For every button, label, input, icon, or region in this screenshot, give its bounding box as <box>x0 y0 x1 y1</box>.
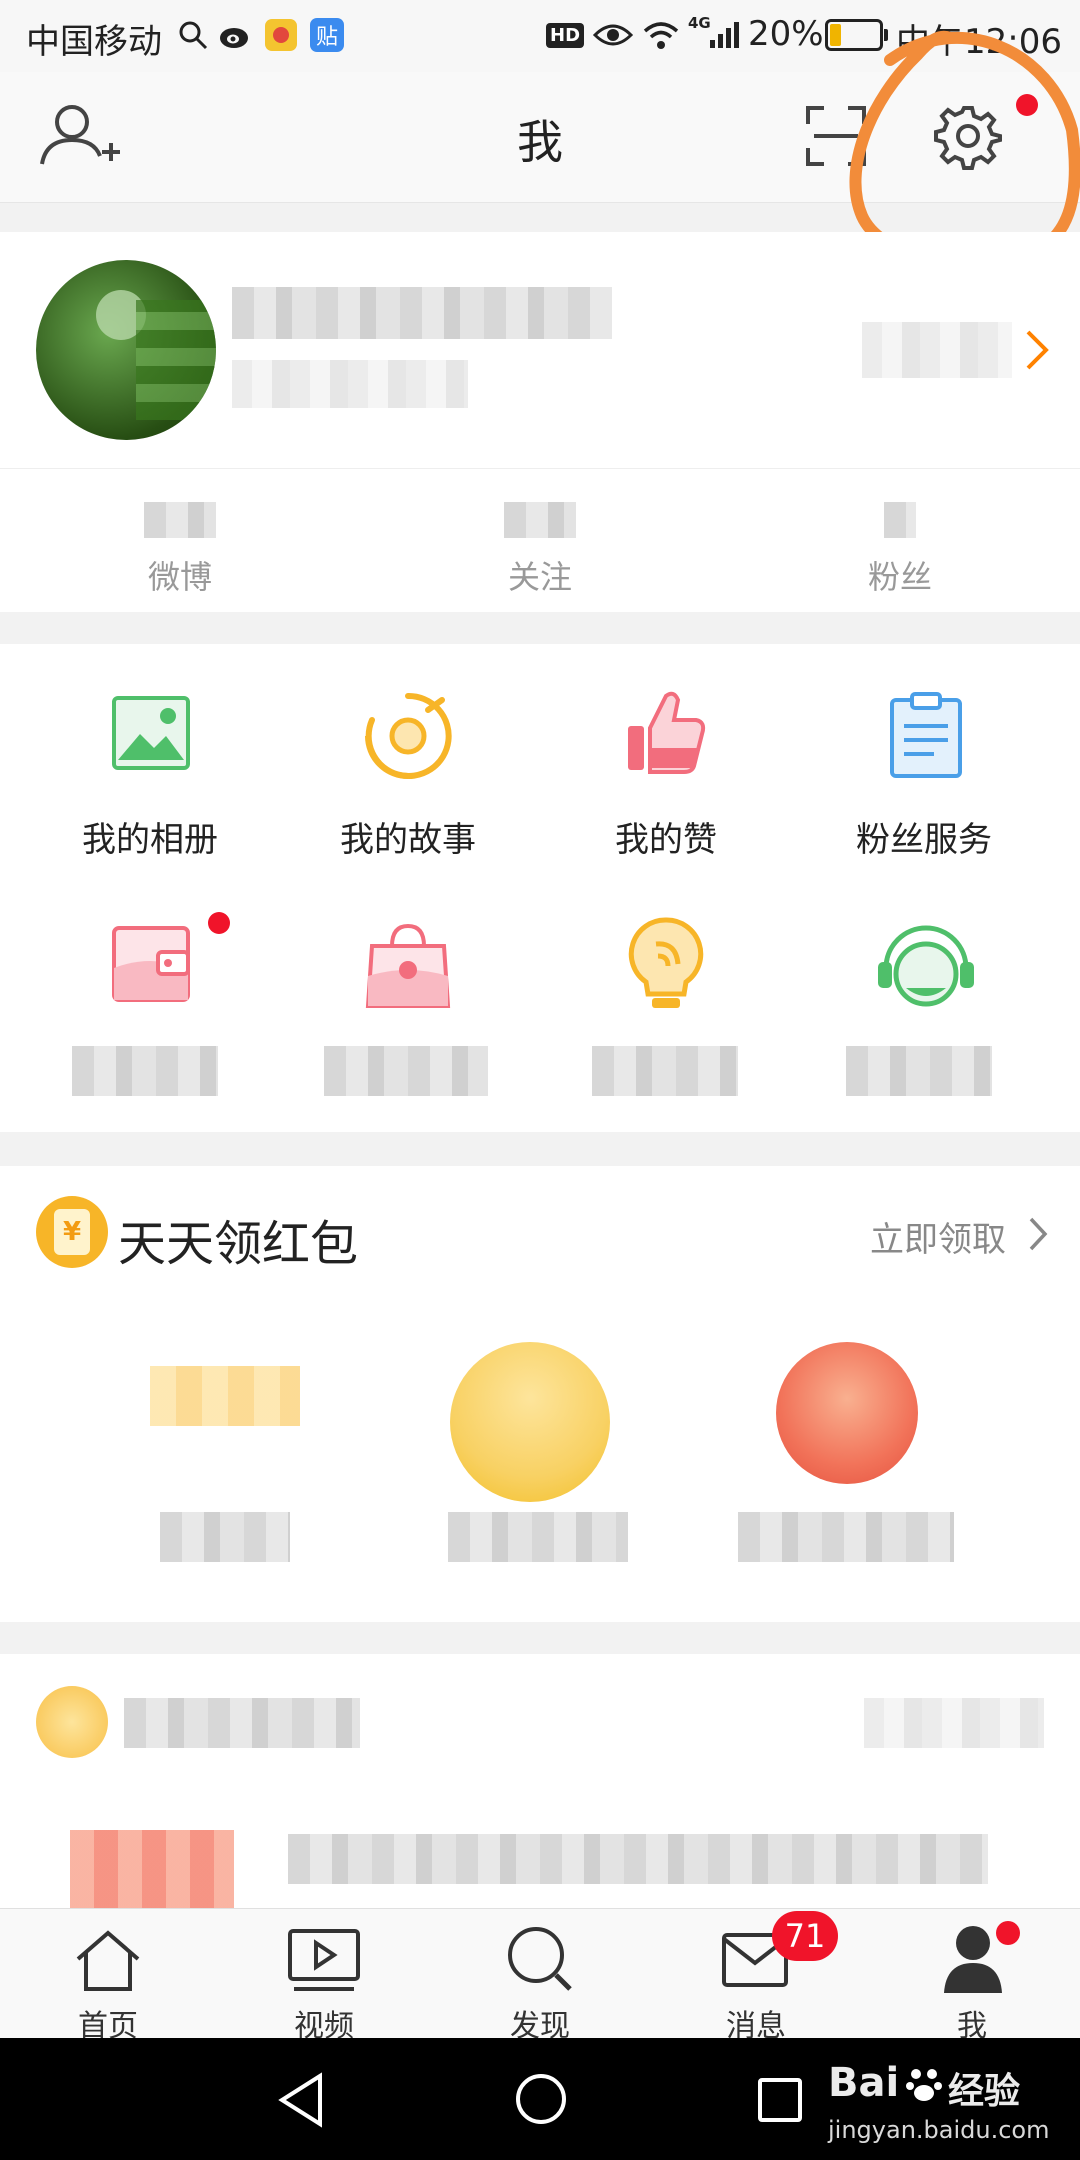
tab-home[interactable]: 首页 <box>0 1909 216 2044</box>
me-notification-dot <box>996 1921 1020 1945</box>
feature-label-obscured <box>592 1046 738 1096</box>
bio-obscured <box>232 360 468 408</box>
feature-label: 我的赞 <box>615 820 717 860</box>
feature-idea[interactable] <box>536 917 796 1104</box>
video-icon <box>286 1927 362 1997</box>
profile-icon <box>942 1923 1004 1999</box>
signal-bars-icon <box>706 16 744 54</box>
feature-support[interactable] <box>794 924 1054 1104</box>
feature-story[interactable]: 我的故事 <box>278 692 538 864</box>
stat-followers[interactable]: 粉丝 <box>800 502 1000 602</box>
reward-item-label-obscured <box>738 1512 954 1562</box>
redpacket-card: ¥ 天天领红包 立即领取 <box>0 1166 1080 1622</box>
thumbs-up-icon <box>624 688 708 780</box>
profile-link-obscured[interactable] <box>862 322 1012 378</box>
feature-label-obscured <box>72 1046 218 1096</box>
stat-label-weibo: 微博 <box>147 558 212 596</box>
stat-label-followers: 粉丝 <box>867 558 932 596</box>
carrier-label: 中国移动 <box>26 22 162 62</box>
watermark-url: jingyan.baidu.com <box>828 2116 1050 2144</box>
feature-label-obscured <box>846 1046 992 1096</box>
tab-me[interactable]: 我 <box>864 1909 1080 2044</box>
stat-count-obscured <box>504 502 576 538</box>
reward-item-image-obscured[interactable] <box>450 1342 610 1502</box>
album-icon <box>110 694 192 776</box>
redpacket-title: 天天领红包 <box>118 1216 359 1272</box>
feature-fan-service[interactable]: 粉丝服务 <box>794 692 1054 864</box>
feature-album[interactable]: 我的相册 <box>20 694 280 864</box>
stat-weibo[interactable]: 微博 <box>80 502 280 602</box>
feature-label-obscured <box>324 1046 488 1096</box>
stat-following[interactable]: 关注 <box>440 502 640 602</box>
bottom-tab-bar: 首页 视频 发现 71 消息 我 <box>0 1908 1080 2044</box>
feed-card[interactable] <box>0 1654 1080 1908</box>
wifi-status-icon <box>640 16 682 54</box>
tab-discover[interactable]: 发现 <box>432 1909 648 2044</box>
feature-likes[interactable]: 我的赞 <box>536 691 796 864</box>
feature-label: 我的相册 <box>82 820 218 860</box>
feature-wallet[interactable] <box>20 912 280 1104</box>
reward-item-image-obscured[interactable] <box>776 1342 918 1484</box>
lightbulb-icon <box>626 916 706 1016</box>
feature-label: 粉丝服务 <box>856 820 992 860</box>
feed-action-obscured[interactable] <box>864 1698 1044 1748</box>
feed-text-obscured <box>288 1834 988 1884</box>
tab-messages[interactable]: 71 消息 <box>648 1909 864 2044</box>
recents-icon[interactable] <box>756 2076 804 2128</box>
search-status-icon <box>176 16 210 54</box>
feed-icon-obscured <box>36 1686 108 1758</box>
stat-label-following: 关注 <box>507 558 572 596</box>
paw-icon <box>904 2064 944 2108</box>
feature-shop[interactable] <box>278 923 538 1104</box>
weibo-status-icon <box>216 16 256 54</box>
discover-icon <box>504 1923 576 1999</box>
wallet-notification-dot <box>208 912 230 934</box>
tab-video[interactable]: 视频 <box>216 1909 432 2044</box>
feature-grid: 我的相册 我的故事 我的赞 粉丝服务 <box>0 644 1080 1132</box>
reward-item-label-obscured <box>160 1512 290 1562</box>
chevron-right-icon <box>1028 1216 1048 1256</box>
clipboard-icon <box>888 690 964 784</box>
feature-label: 我的故事 <box>340 820 476 860</box>
watermark-brand: Bai <box>828 2060 900 2106</box>
wallet-icon <box>110 924 192 1008</box>
feed-title-obscured <box>124 1698 360 1748</box>
username-obscured <box>232 287 612 339</box>
app-status-icon <box>262 16 300 54</box>
eye-status-icon <box>592 16 634 54</box>
story-icon <box>362 690 454 786</box>
headset-icon <box>872 918 980 1014</box>
back-icon[interactable] <box>276 2072 326 2132</box>
redpacket-claim-link[interactable]: 立即领取 <box>870 1212 1006 1261</box>
baidu-jingyan-watermark: Bai 经验 jingyan.baidu.com <box>828 2060 1068 2150</box>
watermark-brand-cn: 经验 <box>948 2071 1021 2112</box>
home-nav-icon[interactable] <box>514 2072 568 2130</box>
shopping-bag-icon <box>364 920 452 1014</box>
hd-badge-icon: HD <box>546 16 585 54</box>
profile-card[interactable]: 微博 关注 粉丝 <box>0 232 1080 612</box>
tieba-status-icon: 贴 <box>308 16 346 54</box>
redpacket-icon: ¥ <box>36 1196 108 1268</box>
battery-percent: 20% <box>748 14 824 54</box>
stat-count-obscured <box>884 502 916 538</box>
stat-count-obscured <box>144 502 216 538</box>
reward-item-label-obscured <box>448 1512 628 1562</box>
reward-item-image-obscured[interactable] <box>150 1366 300 1426</box>
feed-image-obscured <box>70 1830 234 1908</box>
home-icon <box>72 1927 144 1997</box>
message-badge: 71 <box>772 1911 838 1961</box>
chevron-right-icon <box>1024 328 1050 376</box>
avatar[interactable] <box>36 260 216 440</box>
